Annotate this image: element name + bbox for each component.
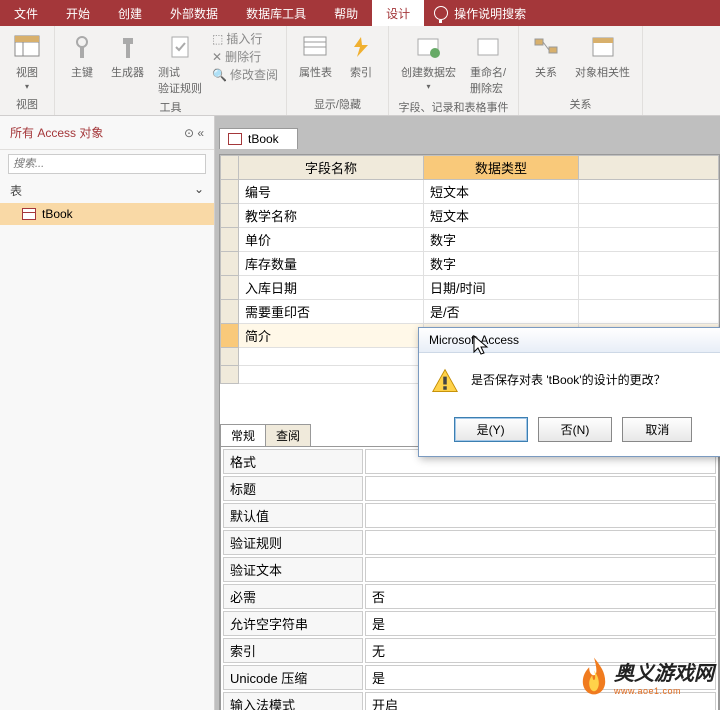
nav-search-input[interactable] — [8, 154, 206, 174]
test-validation-button[interactable]: 测试 验证规则 — [154, 30, 206, 98]
nav-collapse-icon[interactable]: ⊙ « — [184, 126, 204, 140]
tab-file[interactable]: 文件 — [0, 0, 52, 26]
watermark: 奥义游戏网www.aoe1.com — [578, 654, 714, 698]
property-row[interactable]: 允许空字符串是 — [223, 611, 716, 636]
dialog-title: Microsoft Access — [419, 328, 720, 353]
group-label-tools: 工具 — [159, 98, 181, 116]
modify-lookup-button[interactable]: 🔍 修改查阅 — [212, 66, 278, 83]
col-field-name[interactable]: 字段名称 — [239, 156, 424, 180]
object-dependencies-button[interactable]: 对象相关性 — [571, 30, 634, 82]
col-data-type[interactable]: 数据类型 — [424, 156, 579, 180]
group-label-showhide: 显示/隐藏 — [314, 95, 361, 113]
tab-design[interactable]: 设计 — [372, 0, 424, 26]
bulb-icon — [434, 6, 448, 20]
nav-section-tables[interactable]: 表⌄ — [0, 178, 214, 203]
table-row[interactable]: 库存数量数字 — [221, 252, 719, 276]
property-row[interactable]: 默认值 — [223, 503, 716, 528]
table-row[interactable]: 单价数字 — [221, 228, 719, 252]
tab-create[interactable]: 创建 — [104, 0, 156, 26]
property-row[interactable]: 必需否 — [223, 584, 716, 609]
group-relations: 关系 对象相关性 关系 — [519, 26, 643, 115]
primary-key-button[interactable]: 主键 — [63, 30, 101, 82]
ribbon-tabs: 文件 开始 创建 外部数据 数据库工具 帮助 设计 操作说明搜索 — [0, 0, 720, 26]
dialog-no-button[interactable]: 否(N) — [538, 417, 613, 442]
tab-general[interactable]: 常规 — [220, 424, 266, 446]
nav-title[interactable]: 所有 Access 对象 ⊙ « — [0, 116, 214, 150]
group-label-events: 字段、记录和表格事件 — [399, 98, 509, 116]
table-icon — [22, 208, 36, 220]
table-row[interactable]: 编号短文本 — [221, 180, 719, 204]
group-label-view: 视图 — [16, 95, 38, 113]
group-tools: 主键 生成器 测试 验证规则 ⬚ 插入行 ✕ 删除行 🔍 修改查阅 工具 — [55, 26, 287, 115]
table-icon — [228, 133, 242, 145]
tab-dbtools[interactable]: 数据库工具 — [232, 0, 320, 26]
property-row[interactable]: 验证文本 — [223, 557, 716, 582]
navigation-pane: 所有 Access 对象 ⊙ « 表⌄ tBook — [0, 116, 215, 710]
tab-lookup[interactable]: 查阅 — [265, 424, 311, 446]
tab-external[interactable]: 外部数据 — [156, 0, 232, 26]
ribbon: 视图▾ 视图 主键 生成器 测试 验证规则 ⬚ 插入行 ✕ 删除行 🔍 修改查阅… — [0, 26, 720, 116]
dialog-cancel-button[interactable]: 取消 — [622, 417, 692, 442]
property-row[interactable]: 验证规则 — [223, 530, 716, 555]
table-row[interactable]: 需要重印否是/否 — [221, 300, 719, 324]
group-events: 创建数据宏▾ 重命名/ 删除宏 字段、记录和表格事件 — [389, 26, 519, 115]
tell-me[interactable]: 操作说明搜索 — [424, 0, 536, 26]
property-row[interactable]: 标题 — [223, 476, 716, 501]
table-row[interactable]: 教学名称短文本 — [221, 204, 719, 228]
nav-item-tbook[interactable]: tBook — [0, 203, 214, 225]
property-sheet-button[interactable]: 属性表 — [295, 30, 336, 82]
corner-cell[interactable] — [221, 156, 239, 180]
rename-macro-button[interactable]: 重命名/ 删除宏 — [466, 30, 510, 98]
save-dialog: Microsoft Access 是否保存对表 'tBook'的设计的更改？ 是… — [418, 327, 720, 457]
insert-row-button[interactable]: ⬚ 插入行 — [212, 30, 278, 47]
group-label-relations: 关系 — [570, 95, 592, 113]
dialog-yes-button[interactable]: 是(Y) — [454, 417, 528, 442]
flame-icon — [578, 654, 610, 698]
col-extra[interactable] — [579, 156, 719, 180]
indexes-button[interactable]: 索引 — [342, 30, 380, 82]
group-view: 视图▾ 视图 — [0, 26, 55, 115]
create-macro-button[interactable]: 创建数据宏▾ — [397, 30, 460, 93]
dialog-message: 是否保存对表 'tBook'的设计的更改？ — [471, 367, 666, 388]
tab-start[interactable]: 开始 — [52, 0, 104, 26]
document-tab-tbook[interactable]: tBook — [219, 128, 298, 149]
relations-button[interactable]: 关系 — [527, 30, 565, 82]
delete-row-button[interactable]: ✕ 删除行 — [212, 48, 278, 65]
builder-button[interactable]: 生成器 — [107, 30, 148, 82]
group-showhide: 属性表 索引 显示/隐藏 — [287, 26, 389, 115]
warning-icon — [431, 367, 459, 395]
table-row[interactable]: 入库日期日期/时间 — [221, 276, 719, 300]
view-button[interactable]: 视图▾ — [8, 30, 46, 93]
tab-help[interactable]: 帮助 — [320, 0, 372, 26]
